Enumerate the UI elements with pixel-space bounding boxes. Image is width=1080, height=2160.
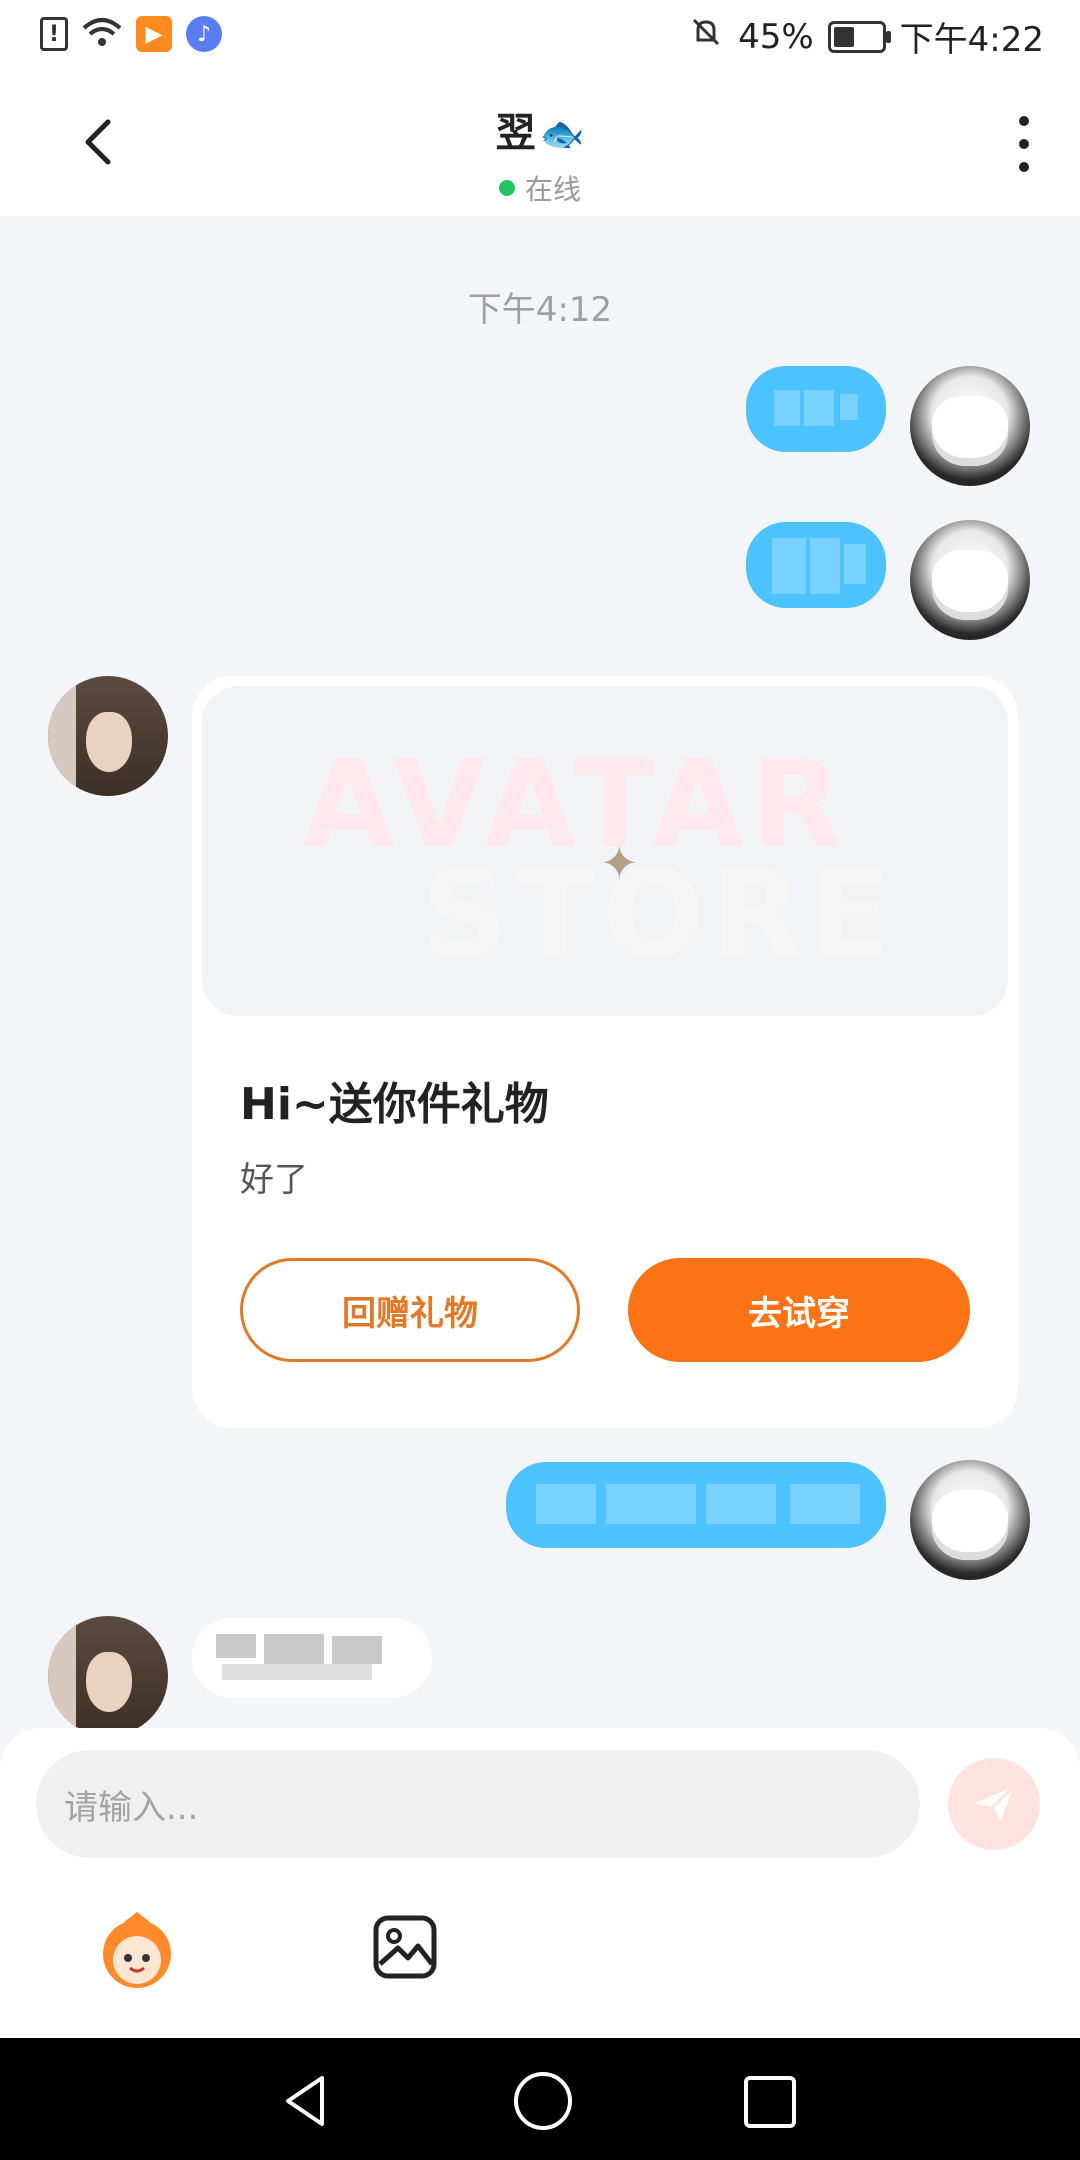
send-plane-icon	[975, 1785, 1015, 1821]
alert-icon: !	[40, 17, 68, 51]
video-app-icon: ▶	[136, 16, 172, 52]
my-avatar[interactable]	[910, 366, 1030, 486]
triangle-back-icon	[286, 2076, 324, 2126]
try-on-button[interactable]: 去试穿	[628, 1258, 970, 1362]
message-input[interactable]: 请输入...	[36, 1750, 920, 1858]
input-placeholder: 请输入...	[64, 1788, 199, 1828]
online-status-label: 在线	[524, 173, 581, 206]
music-app-icon: ♪	[186, 16, 222, 52]
mascot-icon	[103, 1912, 171, 1988]
mute-bell-icon	[688, 14, 724, 59]
wifi-icon	[82, 16, 122, 52]
image-icon	[373, 1915, 437, 1979]
gift-card: AVATAR STORE ✦ Hi~送你件礼物 好了 回赠礼物 去试穿	[192, 676, 1018, 1428]
gift-image[interactable]: AVATAR STORE ✦	[202, 686, 1008, 1016]
nav-recents-button[interactable]	[744, 2076, 796, 2128]
system-nav-bar	[0, 2038, 1080, 2160]
mascot-emoji-button[interactable]	[94, 1908, 180, 1994]
battery-icon	[827, 20, 891, 53]
gift-title: Hi~送你件礼物	[240, 1079, 549, 1130]
send-button[interactable]	[948, 1758, 1040, 1850]
sparkle-icon: ✦	[600, 836, 639, 890]
watermark-store: STORE	[422, 846, 897, 985]
online-status: 在线	[0, 168, 1080, 208]
outgoing-message-bubble[interactable]	[746, 366, 886, 452]
incoming-message-bubble[interactable]	[192, 1618, 432, 1698]
status-time: 下午4:22	[899, 20, 1044, 60]
gift-subtitle: 好了	[240, 1160, 308, 1200]
chat-header: 翌 🐟 在线	[0, 72, 1080, 216]
fish-emoji: 🐟	[539, 114, 585, 155]
online-dot-icon	[498, 180, 515, 196]
contact-avatar[interactable]	[48, 1616, 168, 1736]
outgoing-message-bubble[interactable]	[506, 1462, 886, 1548]
my-avatar[interactable]	[910, 1460, 1030, 1580]
chat-timestamp: 下午4:12	[467, 290, 613, 330]
composer: 请输入...	[0, 1728, 1080, 2038]
image-picker-button[interactable]	[372, 1914, 438, 1980]
contact-avatar[interactable]	[48, 676, 168, 796]
more-options-button[interactable]	[1014, 116, 1034, 172]
outgoing-message-bubble[interactable]	[746, 522, 886, 608]
nav-back-button[interactable]	[282, 2074, 328, 2132]
nav-home-button[interactable]	[514, 2072, 572, 2130]
return-gift-button[interactable]: 回赠礼物	[240, 1258, 580, 1362]
status-bar: ! ▶ ♪ 45% 下午4:22	[0, 0, 1080, 72]
battery-percent: 45%	[738, 16, 814, 57]
contact-name: 翌	[495, 110, 536, 156]
my-avatar[interactable]	[910, 520, 1030, 640]
